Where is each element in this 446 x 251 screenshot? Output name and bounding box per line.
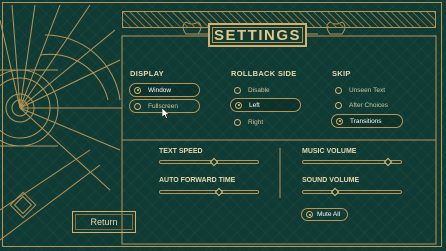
skip-title: SKIP [332, 69, 351, 78]
music-volume-label: MUSIC VOLUME [302, 148, 357, 155]
skip-option-unseen-text[interactable]: Unseen Text [335, 83, 403, 97]
rollback-option-label: Right [248, 118, 264, 126]
return-button[interactable]: Return [72, 211, 136, 233]
skip-option-label: Unseen Text [349, 86, 386, 94]
rollback-option-disable[interactable]: Disable [234, 83, 299, 97]
radio-icon [234, 86, 241, 94]
mute-all-label: Mute All [317, 211, 341, 218]
sound-volume-label: SOUND VOLUME [302, 177, 360, 184]
radio-icon [235, 101, 242, 109]
mute-all-button[interactable]: Mute All [301, 208, 348, 221]
page-title: SETTINGS [208, 23, 307, 47]
display-option-label: Window [148, 86, 172, 94]
rollback-option-right[interactable]: Right [234, 115, 299, 129]
rollback-option-label: Left [249, 101, 260, 109]
checkbox-icon [306, 211, 313, 218]
radio-icon [336, 117, 343, 125]
display-title: DISPLAY [130, 69, 164, 78]
page-title-text: SETTINGS [213, 26, 301, 44]
radio-icon [234, 118, 241, 126]
skip-option-label: After Choices [349, 101, 389, 109]
rollback-title: ROLLBACK SIDE [231, 69, 297, 78]
settings-screen: SETTINGS DISPLAY Window Fullscreen ROLLB… [0, 0, 446, 251]
mouse-cursor-icon [162, 108, 170, 119]
sound-volume-slider[interactable] [302, 190, 402, 194]
text-speed-label: TEXT SPEED [159, 148, 203, 155]
return-label: Return [90, 217, 118, 227]
display-option-window[interactable]: Window [129, 83, 200, 97]
radio-icon [134, 102, 141, 110]
rollback-option-label: Disable [248, 86, 270, 94]
radio-icon [335, 101, 342, 109]
rollback-option-left[interactable]: Left [230, 98, 301, 112]
auto-forward-label: AUTO FORWARD TIME [159, 177, 236, 184]
radio-icon [335, 86, 342, 94]
skip-option-label: Transitions [350, 117, 382, 125]
radio-icon [134, 86, 141, 94]
skip-option-transitions[interactable]: Transitions [331, 114, 403, 128]
auto-forward-slider[interactable] [159, 190, 259, 194]
skip-option-after-choices[interactable]: After Choices [335, 98, 403, 112]
